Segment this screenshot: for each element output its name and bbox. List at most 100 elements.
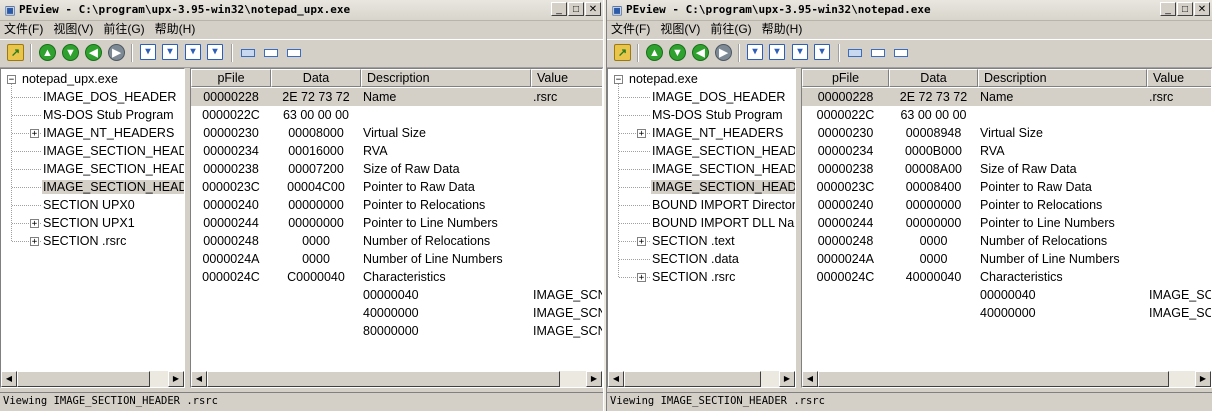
expand-icon[interactable]: + xyxy=(637,237,646,247)
tree-panel[interactable]: − notepad_upx.exe IMAGE_DOS_HEADER MS-DOS S… xyxy=(0,68,185,388)
tree-item[interactable]: IMAGE_SECTION_HEADER .rsrc xyxy=(651,178,795,196)
menu-item[interactable]: 帮助(H) xyxy=(758,21,809,38)
tree-item[interactable]: IMAGE_SECTION_HEADER .text xyxy=(651,142,795,160)
open-folder-icon[interactable]: ↗ xyxy=(614,44,631,61)
table-row[interactable]: 00000238 00008A00 Size of Raw Data xyxy=(802,160,1211,178)
details-horizontal-scrollbar[interactable]: ◀ ▶ xyxy=(802,371,1211,387)
menu-item[interactable]: 视图(V) xyxy=(49,21,99,38)
column-header-description[interactable]: Description xyxy=(978,69,1147,87)
collapse-icon[interactable]: − xyxy=(7,75,16,85)
expand-icon[interactable]: + xyxy=(30,219,39,229)
view-description-icon[interactable] xyxy=(894,49,908,57)
table-row[interactable]: 00000230 00008000 Virtual Size xyxy=(191,124,602,142)
table-row[interactable]: 00000244 00000000 Pointer to Line Numbers xyxy=(802,214,1211,232)
details-horizontal-scrollbar[interactable]: ◀ ▶ xyxy=(191,371,602,387)
view-description-icon[interactable] xyxy=(287,49,301,57)
view-word-icon[interactable]: ▾ xyxy=(162,44,178,60)
tree-item[interactable]: BOUND IMPORT Directory Table xyxy=(651,196,795,214)
tree-horizontal-scrollbar[interactable]: ◀ ▶ xyxy=(608,371,795,387)
table-row[interactable]: 00000240 00000000 Pointer to Relocations xyxy=(191,196,602,214)
view-hex-icon[interactable] xyxy=(241,49,255,57)
close-button[interactable]: ✕ xyxy=(585,2,601,16)
tree-item[interactable]: SECTION .rsrc xyxy=(651,268,736,286)
table-row[interactable]: 00000234 00016000 RVA xyxy=(191,142,602,160)
scroll-left-arrow-icon[interactable]: ◀ xyxy=(1,371,17,387)
minimize-button[interactable]: _ xyxy=(1160,2,1176,16)
collapse-icon[interactable]: − xyxy=(614,75,623,85)
scroll-right-arrow-icon[interactable]: ▶ xyxy=(168,371,184,387)
table-row[interactable]: 0000023C 00004C00 Pointer to Raw Data xyxy=(191,178,602,196)
column-header-description[interactable]: Description xyxy=(361,69,531,87)
tree-item[interactable]: IMAGE_DOS_HEADER xyxy=(42,88,177,106)
table-row[interactable]: 00000248 0000 Number of Relocations xyxy=(191,232,602,250)
tree-item[interactable]: IMAGE_SECTION_HEADER .rsrc xyxy=(42,178,184,196)
column-header-pfile[interactable]: pFile xyxy=(802,69,889,87)
tree-item[interactable]: notepad.exe xyxy=(628,70,699,88)
minimize-button[interactable]: _ xyxy=(551,2,567,16)
table-row[interactable]: 00000228 2E 72 73 72 Name .rsrc xyxy=(191,88,602,106)
tree-item[interactable]: IMAGE_DOS_HEADER xyxy=(651,88,786,106)
tree-item[interactable]: SECTION .rsrc xyxy=(42,232,127,250)
details-panel[interactable]: pFile Data Description Value 00000228 2E 72 7… xyxy=(801,68,1212,388)
tree-horizontal-scrollbar[interactable]: ◀ ▶ xyxy=(1,371,184,387)
table-row[interactable]: 0000024A 0000 Number of Line Numbers xyxy=(802,250,1211,268)
table-row[interactable]: 00000234 0000B000 RVA xyxy=(802,142,1211,160)
arrow-right-icon[interactable]: ▶ xyxy=(108,44,125,61)
column-header-value[interactable]: Value xyxy=(1147,69,1211,87)
tree-item[interactable]: SECTION .text xyxy=(651,232,736,250)
table-row[interactable]: 0000024C 40000040 Characteristics xyxy=(802,268,1211,286)
expand-icon[interactable]: + xyxy=(637,129,646,139)
scroll-thumb[interactable] xyxy=(207,371,560,387)
column-header-value[interactable]: Value xyxy=(531,69,602,87)
tree-item[interactable]: IMAGE_SECTION_HEADER UPX1 xyxy=(42,160,184,178)
view-byte-icon[interactable]: ▾ xyxy=(747,44,763,60)
view-address-icon[interactable] xyxy=(871,49,885,57)
details-panel[interactable]: pFile Data Description Value 00000228 2E 72 7… xyxy=(190,68,603,388)
maximize-button[interactable]: □ xyxy=(568,2,584,16)
arrow-up-icon[interactable]: ▲ xyxy=(646,44,663,61)
scroll-left-arrow-icon[interactable]: ◀ xyxy=(608,371,624,387)
scroll-thumb[interactable] xyxy=(818,371,1169,387)
view-word-icon[interactable]: ▾ xyxy=(769,44,785,60)
arrow-right-icon[interactable]: ▶ xyxy=(715,44,732,61)
expand-icon[interactable]: + xyxy=(30,129,39,139)
tree-panel[interactable]: − notepad.exe IMAGE_DOS_HEADER MS-DOS Stub … xyxy=(607,68,796,388)
menu-item[interactable]: 视图(V) xyxy=(656,21,706,38)
expand-icon[interactable]: + xyxy=(637,273,646,283)
table-row[interactable]: 00000040 IMAGE_SCN_CNT_INITIALIZED_DATA xyxy=(191,286,602,304)
view-qword-icon[interactable]: ▾ xyxy=(814,44,830,60)
maximize-button[interactable]: □ xyxy=(1177,2,1193,16)
tree-item[interactable]: IMAGE_SECTION_HEADER .data xyxy=(651,160,795,178)
scroll-thumb[interactable] xyxy=(17,371,150,387)
tree-item[interactable]: notepad_upx.exe xyxy=(21,70,119,88)
view-hex-icon[interactable] xyxy=(848,49,862,57)
arrow-up-icon[interactable]: ▲ xyxy=(39,44,56,61)
table-row[interactable]: 80000000 IMAGE_SCN_MEM_WRITE xyxy=(191,322,602,340)
tree-item[interactable]: IMAGE_NT_HEADERS xyxy=(42,124,175,142)
column-header-pfile[interactable]: pFile xyxy=(191,69,271,87)
scroll-right-arrow-icon[interactable]: ▶ xyxy=(779,371,795,387)
expand-icon[interactable]: + xyxy=(30,237,39,247)
table-row[interactable]: 00000240 00000000 Pointer to Relocations xyxy=(802,196,1211,214)
menu-item[interactable]: 文件(F) xyxy=(607,21,656,38)
scroll-right-arrow-icon[interactable]: ▶ xyxy=(1195,371,1211,387)
column-header-data[interactable]: Data xyxy=(889,69,978,87)
table-row[interactable]: 0000023C 00008400 Pointer to Raw Data xyxy=(802,178,1211,196)
table-row[interactable]: 40000000 IMAGE_SCN_MEM_READ xyxy=(191,304,602,322)
table-row[interactable]: 40000000 IMAGE_SCN_MEM_READ xyxy=(802,304,1211,322)
table-row[interactable]: 00000244 00000000 Pointer to Line Numbers xyxy=(191,214,602,232)
table-row[interactable]: 00000248 0000 Number of Relocations xyxy=(802,232,1211,250)
table-row[interactable]: 0000024C C0000040 Characteristics xyxy=(191,268,602,286)
scroll-left-arrow-icon[interactable]: ◀ xyxy=(802,371,818,387)
tree-item[interactable]: MS-DOS Stub Program xyxy=(42,106,175,124)
tree-item[interactable]: SECTION .data xyxy=(651,250,740,268)
column-header-data[interactable]: Data xyxy=(271,69,361,87)
tree-item[interactable]: IMAGE_SECTION_HEADER UPX0 xyxy=(42,142,184,160)
menu-item[interactable]: 帮助(H) xyxy=(151,21,202,38)
tree-item[interactable]: SECTION UPX0 xyxy=(42,196,136,214)
tree-item[interactable]: IMAGE_NT_HEADERS xyxy=(651,124,784,142)
arrow-down-icon[interactable]: ▼ xyxy=(669,44,686,61)
table-row[interactable]: 00000230 00008948 Virtual Size xyxy=(802,124,1211,142)
tree-item[interactable]: BOUND IMPORT DLL Names xyxy=(651,214,795,232)
menu-item[interactable]: 文件(F) xyxy=(0,21,49,38)
